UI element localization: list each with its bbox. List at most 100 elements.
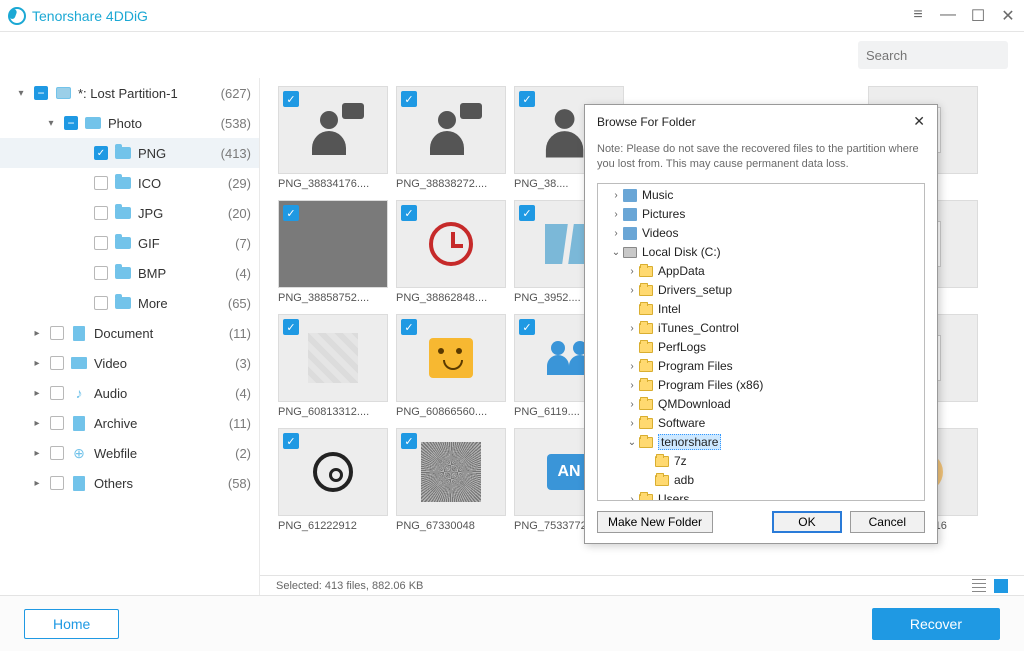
check-icon[interactable]: ✓ <box>519 205 535 221</box>
check-icon[interactable]: ✓ <box>401 319 417 335</box>
checkbox-checked-icon[interactable]: ✓ <box>94 146 108 160</box>
collapse-icon[interactable]: ⌄ <box>610 247 622 258</box>
tree-document[interactable]: ▸ Document (11) <box>0 318 259 348</box>
checkbox-icon[interactable] <box>50 356 64 370</box>
search-input[interactable] <box>866 48 1024 63</box>
check-icon[interactable]: ✓ <box>401 205 417 221</box>
tree-webfile[interactable]: ▸ ⊕ Webfile (2) <box>0 438 259 468</box>
checkbox-partial-icon[interactable]: − <box>64 116 78 130</box>
expand-icon[interactable]: › <box>610 209 622 220</box>
checkbox-icon[interactable] <box>94 206 108 220</box>
tree-more[interactable]: More (65) <box>0 288 259 318</box>
thumbnail-item[interactable]: ✓ PNG_60866560.... <box>396 314 506 418</box>
tree-others[interactable]: ▸ Others (58) <box>0 468 259 498</box>
thumbnail-item[interactable]: ✓ PNG_67330048 <box>396 428 506 532</box>
expand-icon[interactable]: ▸ <box>30 388 44 399</box>
expand-icon[interactable]: › <box>626 361 638 372</box>
expand-icon[interactable]: › <box>626 380 638 391</box>
folder-tenorshare[interactable]: ⌄tenorshare <box>598 433 924 452</box>
folder-pictures[interactable]: ›Pictures <box>598 205 924 224</box>
thumbnail-item[interactable]: ✓ PNG_61222912 <box>278 428 388 532</box>
expand-icon[interactable]: › <box>610 190 622 201</box>
checkbox-icon[interactable] <box>94 266 108 280</box>
check-icon[interactable]: ✓ <box>401 91 417 107</box>
thumbnail-item[interactable]: ✓ PNG_38838272.... <box>396 86 506 190</box>
tree-bmp[interactable]: BMP (4) <box>0 258 259 288</box>
check-icon[interactable]: ✓ <box>283 91 299 107</box>
grid-view-icon[interactable] <box>994 579 1008 593</box>
folder-drivers[interactable]: ›Drivers_setup <box>598 281 924 300</box>
tree-video[interactable]: ▸ Video (3) <box>0 348 259 378</box>
thumbnail-item[interactable]: ✓ PNG_60813312.... <box>278 314 388 418</box>
expand-icon[interactable]: ▸ <box>30 358 44 369</box>
thumbnail-item[interactable]: ✓ PNG_38862848.... <box>396 200 506 304</box>
expand-icon[interactable]: ▸ <box>30 478 44 489</box>
expand-icon[interactable]: › <box>626 266 638 277</box>
folder-qmdownload[interactable]: ›QMDownload <box>598 395 924 414</box>
folder-videos[interactable]: ›Videos <box>598 224 924 243</box>
folder-users[interactable]: ›Users <box>598 490 924 501</box>
expand-icon[interactable]: › <box>610 228 622 239</box>
expand-icon[interactable]: › <box>626 494 638 501</box>
folder-appdata[interactable]: ›AppData <box>598 262 924 281</box>
close-icon[interactable]: ✕ <box>1000 6 1016 26</box>
collapse-icon[interactable]: ▾ <box>14 88 28 99</box>
folder-itunes[interactable]: ›iTunes_Control <box>598 319 924 338</box>
sidebar-tree[interactable]: ▾ − *: Lost Partition-1 (627) ▾ − Photo … <box>0 78 260 595</box>
recover-button[interactable]: Recover <box>872 608 1000 640</box>
expand-icon[interactable]: ▸ <box>30 328 44 339</box>
check-icon[interactable]: ✓ <box>519 319 535 335</box>
home-button[interactable]: Home <box>24 609 119 639</box>
checkbox-icon[interactable] <box>94 236 108 250</box>
tree-gif[interactable]: GIF (7) <box>0 228 259 258</box>
folder-7z[interactable]: 7z <box>598 452 924 471</box>
check-icon[interactable]: ✓ <box>283 433 299 449</box>
checkbox-icon[interactable] <box>50 476 64 490</box>
tree-ico[interactable]: ICO (29) <box>0 168 259 198</box>
folder-music[interactable]: ›Music <box>598 186 924 205</box>
minimize-icon[interactable]: — <box>940 6 956 26</box>
cancel-button[interactable]: Cancel <box>850 511 925 533</box>
ok-button[interactable]: OK <box>772 511 841 533</box>
list-view-icon[interactable] <box>972 579 986 593</box>
expand-icon[interactable]: › <box>626 323 638 334</box>
tree-archive[interactable]: ▸ Archive (11) <box>0 408 259 438</box>
folder-intel[interactable]: Intel <box>598 300 924 319</box>
thumbnail-item[interactable]: ✓ PNG_38834176.... <box>278 86 388 190</box>
maximize-icon[interactable]: ☐ <box>970 6 986 26</box>
expand-icon[interactable]: › <box>626 285 638 296</box>
folder-localdisk[interactable]: ⌄Local Disk (C:) <box>598 243 924 262</box>
tree-audio[interactable]: ▸ ♪ Audio (4) <box>0 378 259 408</box>
check-icon[interactable]: ✓ <box>519 91 535 107</box>
checkbox-icon[interactable] <box>50 416 64 430</box>
checkbox-icon[interactable] <box>94 176 108 190</box>
checkbox-icon[interactable] <box>50 446 64 460</box>
expand-icon[interactable]: › <box>626 418 638 429</box>
expand-icon[interactable]: › <box>626 399 638 410</box>
checkbox-icon[interactable] <box>94 296 108 310</box>
check-icon[interactable]: ✓ <box>283 205 299 221</box>
tree-root[interactable]: ▾ − *: Lost Partition-1 (627) <box>0 78 259 108</box>
expand-icon[interactable]: ▸ <box>30 418 44 429</box>
tree-png[interactable]: ✓ PNG (413) <box>0 138 259 168</box>
thumbnail-item[interactable]: ✓ PNG_38858752.... <box>278 200 388 304</box>
collapse-icon[interactable]: ⌄ <box>626 437 638 448</box>
dialog-close-icon[interactable]: ✕ <box>913 113 925 130</box>
checkbox-icon[interactable] <box>50 326 64 340</box>
check-icon[interactable]: ✓ <box>401 433 417 449</box>
folder-adb[interactable]: adb <box>598 471 924 490</box>
folder-progfiles[interactable]: ›Program Files <box>598 357 924 376</box>
expand-icon[interactable]: ▸ <box>30 448 44 459</box>
search-box[interactable]: 🔍 <box>858 41 1008 69</box>
checkbox-icon[interactable] <box>50 386 64 400</box>
dialog-folder-tree[interactable]: ›Music ›Pictures ›Videos ⌄Local Disk (C:… <box>597 183 925 501</box>
tree-jpg[interactable]: JPG (20) <box>0 198 259 228</box>
folder-progfiles86[interactable]: ›Program Files (x86) <box>598 376 924 395</box>
check-icon[interactable]: ✓ <box>283 319 299 335</box>
folder-software[interactable]: ›Software <box>598 414 924 433</box>
tree-photo[interactable]: ▾ − Photo (538) <box>0 108 259 138</box>
hamburger-icon[interactable]: ≡ <box>910 6 926 26</box>
make-new-folder-button[interactable]: Make New Folder <box>597 511 713 533</box>
checkbox-partial-icon[interactable]: − <box>34 86 48 100</box>
collapse-icon[interactable]: ▾ <box>44 118 58 129</box>
